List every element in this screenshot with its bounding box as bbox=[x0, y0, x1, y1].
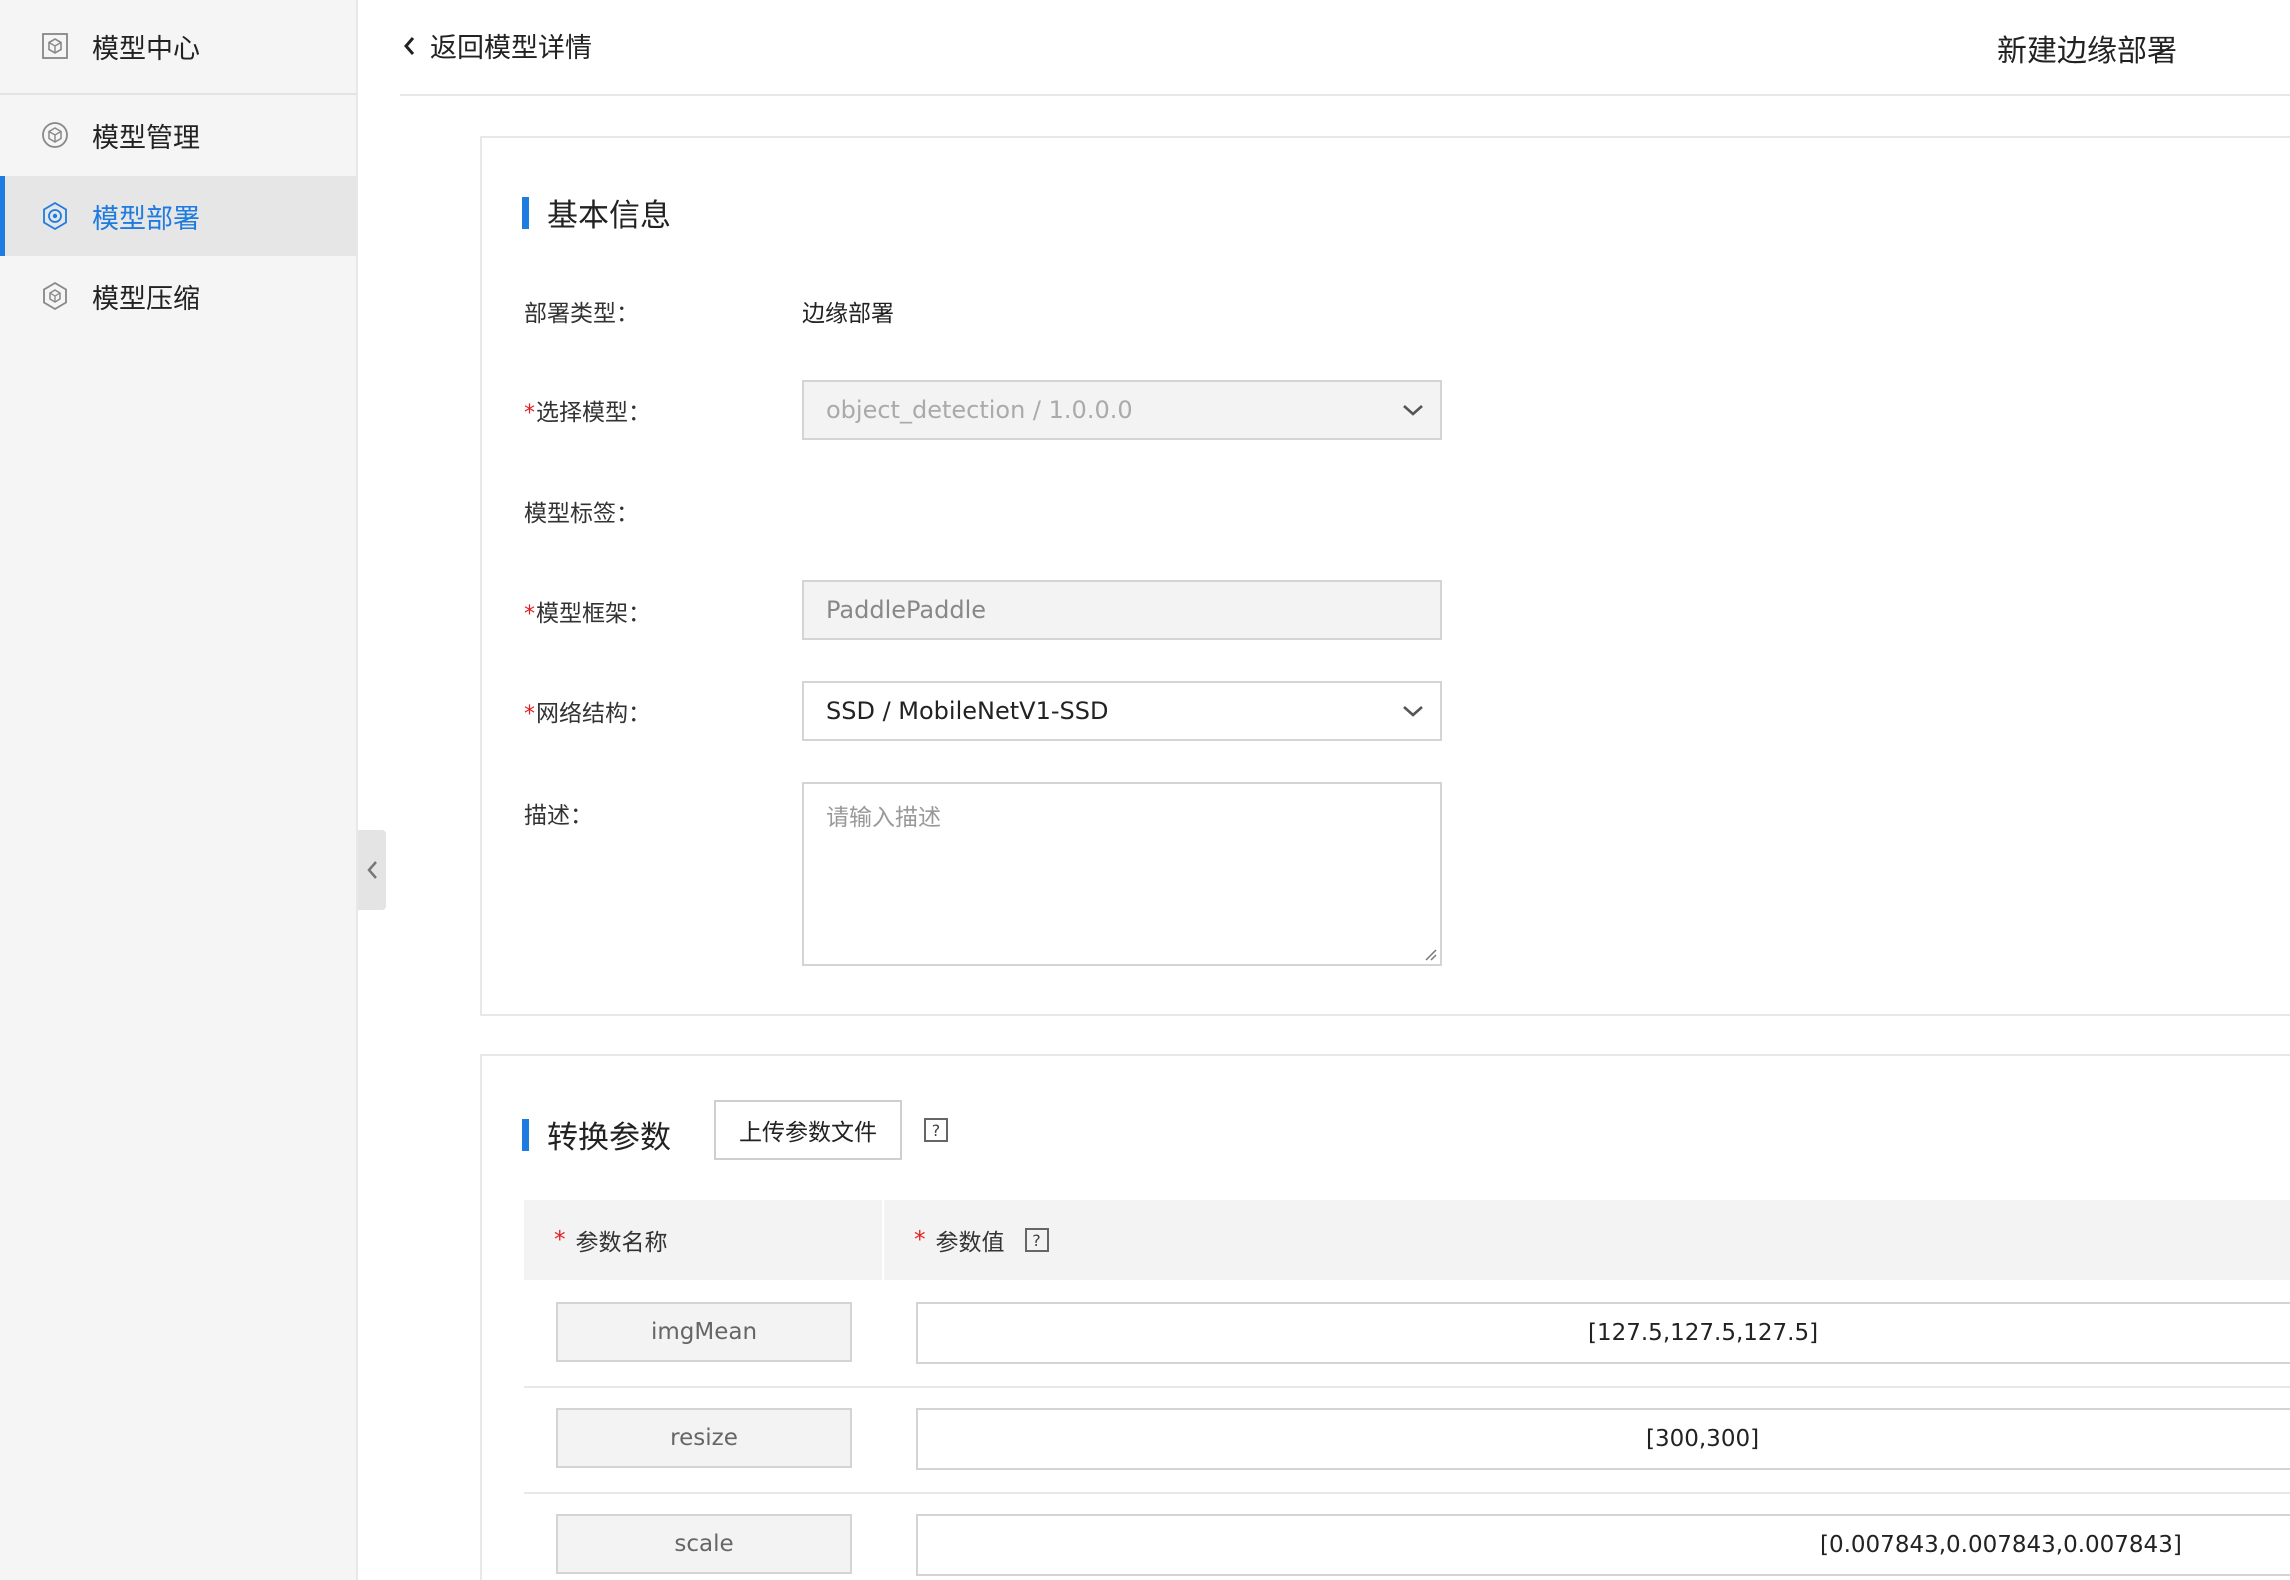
deploy-type-value: 边缘部署 bbox=[802, 301, 894, 327]
deploy-type-label: 部署类型： bbox=[524, 301, 639, 327]
table-row: imgMean [127.5,127.5,127.5] bbox=[524, 1282, 2290, 1388]
network-label: *网络结构： bbox=[524, 694, 651, 728]
sidebar-item-model-compress[interactable]: 模型压缩 bbox=[0, 256, 356, 336]
sidebar-item-label: 模型管理 bbox=[92, 122, 200, 154]
chevron-down-icon bbox=[1403, 706, 1423, 717]
sidebar-header-label: 模型中心 bbox=[92, 33, 200, 65]
sidebar-item-model-deploy[interactable]: 模型部署 bbox=[0, 176, 356, 256]
required-mark: * bbox=[914, 1227, 926, 1253]
required-mark: * bbox=[524, 602, 535, 627]
column-divider bbox=[882, 1200, 884, 1280]
model-deploy-icon bbox=[40, 201, 70, 231]
model-tag-label: 模型标签： bbox=[524, 501, 639, 527]
model-select-label: *选择模型： bbox=[524, 393, 651, 427]
page-header: 返回模型详情 新建边缘部署 bbox=[400, 0, 2290, 96]
sidebar-header-model-center[interactable]: 模型中心 bbox=[0, 6, 356, 86]
basic-info-section-title: 基本信息 bbox=[522, 190, 671, 235]
help-icon[interactable]: ? bbox=[1024, 1228, 1049, 1252]
param-value-field[interactable]: [127.5,127.5,127.5] bbox=[916, 1302, 2290, 1364]
param-value-text: [0.007843,0.007843,0.007843] bbox=[1820, 1532, 2182, 1558]
section-title-label: 转换参数 bbox=[547, 1120, 671, 1156]
sidebar-item-model-management[interactable]: 模型管理 bbox=[0, 95, 356, 175]
param-value-text: [300,300] bbox=[1646, 1426, 1760, 1452]
model-select-label-text: 选择模型： bbox=[536, 400, 651, 426]
sidebar-collapse-button[interactable] bbox=[358, 830, 386, 910]
network-label-text: 网络结构： bbox=[536, 701, 651, 727]
upload-params-file-button[interactable]: 上传参数文件 bbox=[714, 1100, 902, 1160]
section-accent-bar bbox=[522, 1118, 529, 1151]
required-mark: * bbox=[554, 1227, 566, 1253]
framework-label: *模型框架： bbox=[524, 594, 651, 628]
description-label: 描述： bbox=[524, 803, 593, 829]
sidebar-item-label: 模型压缩 bbox=[92, 283, 200, 315]
required-mark: * bbox=[524, 702, 535, 727]
chevron-down-icon bbox=[1403, 405, 1423, 416]
model-select[interactable]: object_detection / 1.0.0.0 bbox=[802, 380, 1442, 440]
back-link-label: 返回模型详情 bbox=[430, 33, 592, 64]
chevron-left-icon bbox=[367, 861, 377, 879]
description-textarea[interactable]: 请输入描述 bbox=[802, 782, 1442, 966]
sidebar: 模型中心 模型管理 模型部署 模型压缩 bbox=[0, 0, 358, 1580]
description-placeholder: 请输入描述 bbox=[826, 805, 941, 831]
back-to-model-detail-link[interactable]: 返回模型详情 bbox=[400, 26, 592, 65]
table-row: resize [300,300] bbox=[524, 1388, 2290, 1494]
framework-field[interactable]: PaddlePaddle bbox=[802, 580, 1442, 640]
param-value-field[interactable]: [300,300] bbox=[916, 1408, 2290, 1470]
sidebar-item-label: 模型部署 bbox=[92, 203, 200, 235]
model-compress-icon bbox=[40, 281, 70, 311]
table-row: scale [0.007843,0.007843,0.007843] bbox=[524, 1494, 2290, 1580]
network-select[interactable]: SSD / MobileNetV1-SSD bbox=[802, 681, 1442, 741]
convert-params-section-title: 转换参数 bbox=[522, 1112, 671, 1157]
basic-info-card: 基本信息 部署类型： 边缘部署 *选择模型： object_detection … bbox=[480, 136, 2290, 1016]
section-accent-bar bbox=[522, 196, 529, 229]
column-header-label: 参数名称 bbox=[575, 1230, 668, 1256]
params-table-header: * 参数名称 * 参数值 ? bbox=[524, 1200, 2290, 1280]
chevron-left-icon bbox=[400, 32, 420, 60]
param-value-field[interactable]: [0.007843,0.007843,0.007843] bbox=[916, 1514, 2290, 1576]
convert-params-card: 转换参数 上传参数文件 ? * 参数名称 * 参数值 ? imgMean [127.… bbox=[480, 1054, 2290, 1580]
param-value-text: [127.5,127.5,127.5] bbox=[1588, 1320, 1819, 1346]
framework-value: PaddlePaddle bbox=[826, 596, 987, 624]
framework-label-text: 模型框架： bbox=[536, 601, 651, 627]
page-title: 新建边缘部署 bbox=[1997, 34, 2177, 69]
param-name-field[interactable]: resize bbox=[556, 1408, 852, 1468]
param-name-field[interactable]: scale bbox=[556, 1514, 852, 1574]
column-header-param-value: * 参数值 ? bbox=[914, 1200, 1049, 1280]
model-center-icon bbox=[40, 31, 70, 61]
network-select-value: SSD / MobileNetV1-SSD bbox=[826, 697, 1109, 725]
resize-grip-icon[interactable] bbox=[1422, 946, 1438, 962]
model-select-value: object_detection / 1.0.0.0 bbox=[826, 396, 1133, 424]
section-title-label: 基本信息 bbox=[547, 198, 671, 234]
column-header-label: 参数值 bbox=[935, 1230, 1005, 1256]
column-header-param-name: * 参数名称 bbox=[554, 1200, 668, 1280]
model-management-icon bbox=[40, 120, 70, 150]
required-mark: * bbox=[524, 401, 535, 426]
help-icon[interactable]: ? bbox=[924, 1118, 948, 1142]
param-name-field[interactable]: imgMean bbox=[556, 1302, 852, 1362]
